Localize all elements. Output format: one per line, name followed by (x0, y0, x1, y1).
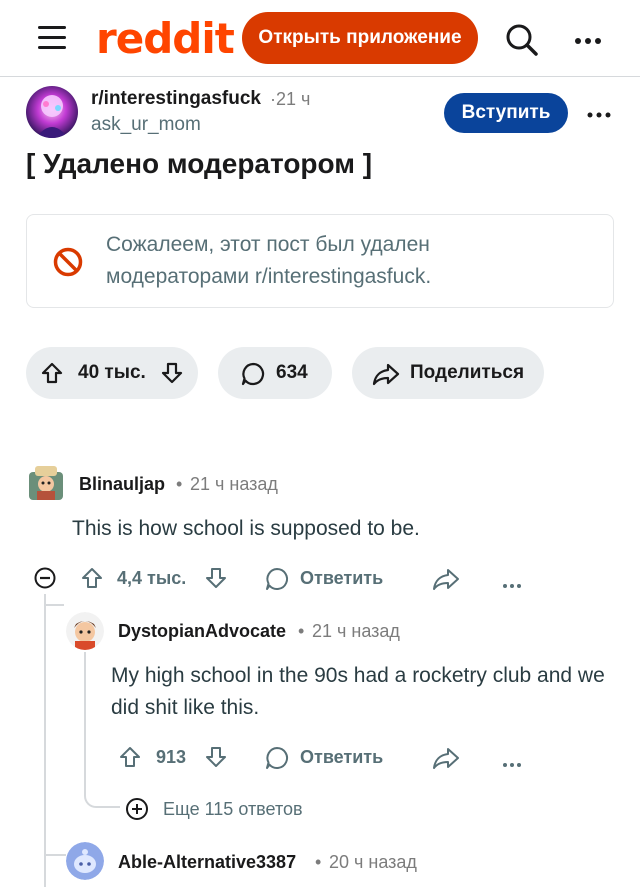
thread-connector (44, 604, 64, 606)
separator-dot: • (298, 621, 305, 641)
comment-body: This is how school is supposed to be. (72, 517, 420, 540)
thread-connector (46, 840, 66, 856)
removed-notice-text: Сожалеем, этот пост был удален модератор… (106, 233, 432, 288)
post-author[interactable]: ask_ur_mom (91, 114, 201, 136)
comment-username[interactable]: Able-Alternative3387 (118, 852, 296, 873)
more-replies-link[interactable]: Еще 115 ответов (163, 799, 303, 820)
avatar[interactable] (66, 612, 104, 650)
share-icon[interactable] (432, 566, 460, 597)
avatar[interactable] (66, 842, 104, 880)
subreddit-name[interactable]: r/interestingasfuck (91, 88, 261, 110)
post-time: ·21 ч (270, 89, 311, 109)
open-app-button[interactable]: Открыть приложение (242, 12, 478, 64)
subreddit-avatar[interactable] (26, 86, 78, 138)
comment-score: 913 (156, 747, 187, 767)
top-bar: reddit Открыть приложение (0, 0, 640, 77)
comment-time: 21 ч назад (312, 621, 400, 641)
comment-body: My high school in the 90s had a rocketry… (111, 664, 605, 719)
comments-count: 634 (276, 362, 308, 383)
share-icon (372, 361, 400, 392)
hamburger-icon[interactable] (38, 26, 66, 50)
vote-pill: 40 тыс. (26, 347, 198, 399)
share-icon[interactable] (432, 745, 460, 776)
join-button[interactable]: Вступить (444, 93, 568, 133)
comment-time: 20 ч назад (329, 852, 417, 872)
reply-button[interactable]: Ответить (300, 747, 383, 768)
comment-icon (240, 361, 266, 392)
downvote-icon[interactable] (204, 745, 228, 774)
thread-line (84, 652, 86, 792)
reply-button[interactable]: Ответить (300, 568, 383, 589)
separator-dot: • (315, 852, 322, 872)
more-icon[interactable] (574, 28, 602, 48)
search-icon[interactable] (504, 22, 540, 58)
reply-icon[interactable] (264, 566, 290, 597)
avatar[interactable] (27, 464, 65, 502)
downvote-icon[interactable] (160, 361, 184, 390)
separator-dot: • (176, 474, 183, 494)
more-icon[interactable] (502, 755, 522, 773)
downvote-icon[interactable] (204, 566, 228, 595)
comments-button[interactable]: 634 (218, 347, 332, 399)
comment-time: 21 ч назад (190, 474, 278, 494)
collapse-icon[interactable] (34, 567, 56, 594)
ban-icon (53, 247, 83, 277)
share-label: Поделиться (410, 362, 525, 383)
more-icon[interactable] (502, 576, 522, 594)
expand-replies-icon[interactable] (125, 797, 149, 826)
reddit-logo[interactable]: reddit (96, 14, 235, 64)
comment-username[interactable]: DystopianAdvocate (118, 621, 286, 642)
post-score: 40 тыс. (78, 362, 146, 383)
comment-score: 4,4 тыс. (117, 568, 187, 588)
upvote-icon[interactable] (40, 361, 64, 390)
upvote-icon[interactable] (80, 566, 104, 595)
share-button[interactable]: Поделиться (352, 347, 544, 399)
comment-username[interactable]: Blinauljap (79, 474, 165, 495)
upvote-icon[interactable] (118, 745, 142, 774)
post-more-icon[interactable] (587, 102, 611, 122)
thread-connector (84, 792, 120, 808)
removed-notice: Сожалеем, этот пост был удален модератор… (26, 214, 614, 308)
post-title[interactable]: [ Удалено модератором ] (26, 148, 372, 180)
reply-icon[interactable] (264, 745, 290, 776)
